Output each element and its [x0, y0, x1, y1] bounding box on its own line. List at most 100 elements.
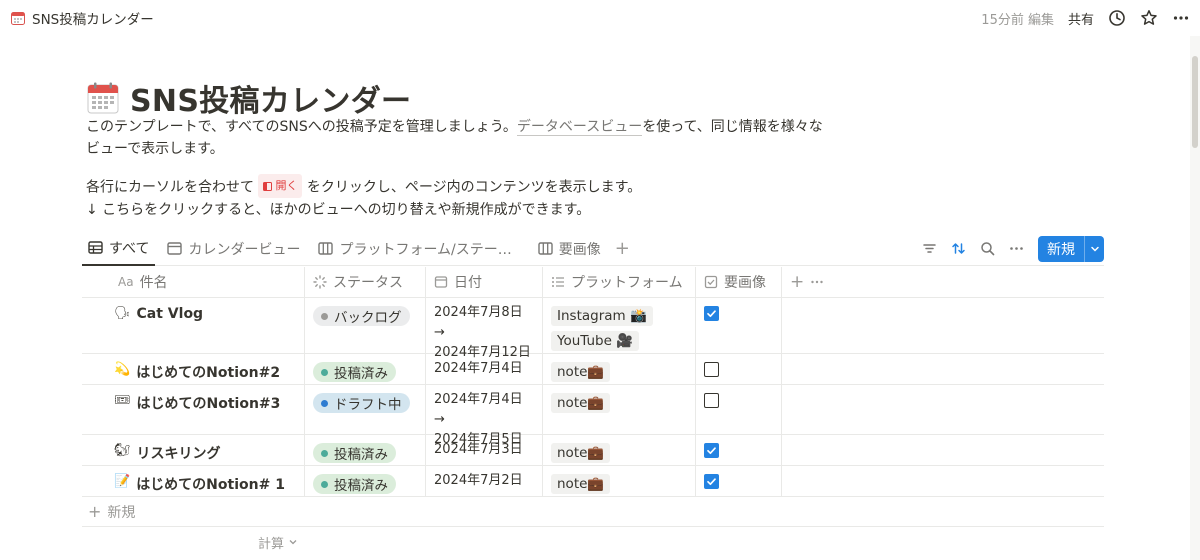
cell-platform[interactable]: Instagram 📸 YouTube 🎥: [543, 298, 696, 353]
chevron-down-icon[interactable]: [1084, 235, 1104, 262]
database-view-link[interactable]: データベースビュー: [516, 119, 643, 136]
description-text: このテンプレートで、すべてのSNSへの投稿予定を管理しましょう。: [86, 119, 517, 135]
checkbox-checked[interactable]: [704, 443, 719, 458]
board-icon: [538, 241, 553, 256]
cell-needs-image[interactable]: [696, 298, 782, 353]
checkbox-icon: [704, 275, 718, 289]
breadcrumb[interactable]: SNS投稿カレンダー: [10, 8, 154, 28]
cell-date[interactable]: 2024年7月8日 → 2024年7月12日: [426, 298, 543, 360]
cell-status[interactable]: バックログ: [305, 298, 426, 353]
platform-tag: Instagram 📸: [551, 306, 653, 326]
add-row-label: 新規: [107, 504, 136, 521]
platform-tag: note💼: [551, 393, 611, 413]
cell-platform[interactable]: note💼: [543, 385, 696, 434]
cell-needs-image[interactable]: [696, 354, 782, 384]
open-panel-icon: [263, 181, 273, 191]
status-badge: 投稿済み: [313, 443, 396, 463]
row-title: はじめてのNotion# 1: [136, 477, 285, 493]
table-row[interactable]: 🎟 はじめてのNotion#3 ドラフト中 2024年7月4日 → 2024年7…: [82, 385, 1104, 447]
new-button[interactable]: 新規: [1038, 235, 1104, 262]
checkbox-unchecked[interactable]: [704, 393, 719, 408]
cell-status[interactable]: 投稿済み: [305, 435, 426, 465]
table-icon: [88, 240, 103, 255]
checkbox-checked[interactable]: [704, 474, 719, 489]
sort-icon[interactable]: [951, 241, 966, 256]
tab-needs-image[interactable]: 要画像: [532, 232, 607, 266]
instruction-text-3: ↓ こちらをクリックすると、ほかのビューへの切り替えや新規作成ができます。: [86, 201, 591, 218]
cell-platform[interactable]: note💼: [543, 354, 696, 384]
column-header-needs-image[interactable]: 要画像: [696, 267, 782, 297]
status-dot: [321, 368, 328, 376]
platform-tag: note💼: [551, 474, 611, 494]
instruction-text: 各行にカーソルを合わせて: [86, 179, 254, 196]
filter-icon[interactable]: [922, 241, 937, 256]
date-start: 2024年7月8日 →: [434, 305, 523, 340]
scrollbar[interactable]: [1190, 36, 1200, 560]
search-icon[interactable]: [980, 241, 995, 256]
cell-name[interactable]: 🐿 リスキリング: [82, 435, 305, 465]
cell-date[interactable]: 2024年7月4日 → 2024年7月5日: [426, 385, 543, 447]
add-row-button[interactable]: + 新規: [82, 497, 1104, 527]
more-icon[interactable]: [1009, 241, 1024, 256]
cell-platform[interactable]: note💼: [543, 435, 696, 465]
table-body: 🗣 Cat Vlog バックログ 2024年7月8日 → 2024年7月12日 …: [82, 298, 1104, 497]
table-row[interactable]: 🗣 Cat Vlog バックログ 2024年7月8日 → 2024年7月12日 …: [82, 298, 1104, 360]
table-row[interactable]: 💫 はじめてのNotion#2 投稿済み 2024年7月4日 note💼: [82, 354, 1104, 385]
status-label: 投稿済み: [334, 366, 388, 382]
column-header-name[interactable]: Aa 件名: [82, 267, 305, 297]
cell-status[interactable]: 投稿済み: [305, 354, 426, 384]
cell-empty: [782, 385, 1104, 434]
status-label: 投稿済み: [334, 478, 388, 494]
cell-name[interactable]: 🎟 はじめてのNotion#3: [82, 385, 305, 434]
calculate-button[interactable]: 計算: [82, 527, 1104, 557]
column-label: 要画像: [724, 275, 766, 291]
list-icon: [551, 275, 565, 289]
calendar-icon[interactable]: [86, 81, 120, 115]
checkbox-unchecked[interactable]: [704, 362, 719, 377]
cell-status[interactable]: 投稿済み: [305, 466, 426, 496]
more-icon[interactable]: [810, 275, 824, 289]
cell-needs-image[interactable]: [696, 435, 782, 465]
status-dot: [321, 480, 328, 488]
add-view-button[interactable]: +: [615, 238, 630, 259]
cell-status[interactable]: ドラフト中: [305, 385, 426, 434]
cell-platform[interactable]: note💼: [543, 466, 696, 496]
history-icon[interactable]: [1108, 9, 1126, 27]
column-header-platform[interactable]: プラットフォーム: [543, 267, 696, 297]
text-property-icon: Aa: [118, 275, 134, 289]
column-header-date[interactable]: 日付: [426, 267, 543, 297]
cell-date[interactable]: 2024年7月3日: [426, 435, 543, 465]
status-icon: [313, 275, 327, 289]
star-icon[interactable]: [1140, 9, 1158, 27]
table-row[interactable]: 📝 はじめてのNotion# 1 投稿済み 2024年7月2日 note💼: [82, 466, 1104, 497]
column-header-status[interactable]: ステータス: [305, 267, 426, 297]
checkbox-checked[interactable]: [704, 306, 719, 321]
cell-date[interactable]: 2024年7月4日: [426, 354, 543, 384]
new-button-label[interactable]: 新規: [1038, 236, 1084, 262]
tab-calendar-view[interactable]: カレンダービュー: [161, 232, 306, 266]
page-title[interactable]: SNS投稿カレンダー: [130, 76, 411, 120]
page-header: SNS投稿カレンダー: [86, 76, 411, 120]
page-description: このテンプレートで、すべてのSNSへの投稿予定を管理しましょう。データベースビュ…: [86, 116, 826, 160]
open-chip: 開く: [258, 174, 303, 198]
more-icon[interactable]: [1172, 9, 1190, 27]
cell-name[interactable]: 🗣 Cat Vlog: [82, 298, 305, 353]
date-start: 2024年7月3日: [434, 442, 523, 457]
page-emoji-icon: 🎟: [114, 393, 131, 408]
share-button[interactable]: 共有: [1068, 9, 1094, 28]
cell-name[interactable]: 💫 はじめてのNotion#2: [82, 354, 305, 384]
tab-platform-status[interactable]: プラットフォーム/ステー…: [312, 232, 517, 266]
add-column-button[interactable]: +: [790, 272, 804, 292]
cell-name[interactable]: 📝 はじめてのNotion# 1: [82, 466, 305, 496]
tab-label: カレンダービュー: [188, 241, 301, 258]
cell-date[interactable]: 2024年7月2日: [426, 466, 543, 496]
scrollbar-thumb[interactable]: [1192, 56, 1198, 148]
row-title: はじめてのNotion#2: [136, 365, 281, 381]
table-header: Aa 件名 ステータス 日付 プラットフォーム 要画像 +: [82, 267, 1104, 298]
cell-needs-image[interactable]: [696, 385, 782, 434]
cell-needs-image[interactable]: [696, 466, 782, 496]
table-row[interactable]: 🐿 リスキリング 投稿済み 2024年7月3日 note💼: [82, 435, 1104, 466]
calculate-label: 計算: [258, 536, 285, 552]
instructions: 各行にカーソルを合わせて 開く をクリックし、ページ内のコンテンツを表示します。…: [86, 174, 826, 221]
tab-all[interactable]: すべて: [82, 232, 156, 266]
